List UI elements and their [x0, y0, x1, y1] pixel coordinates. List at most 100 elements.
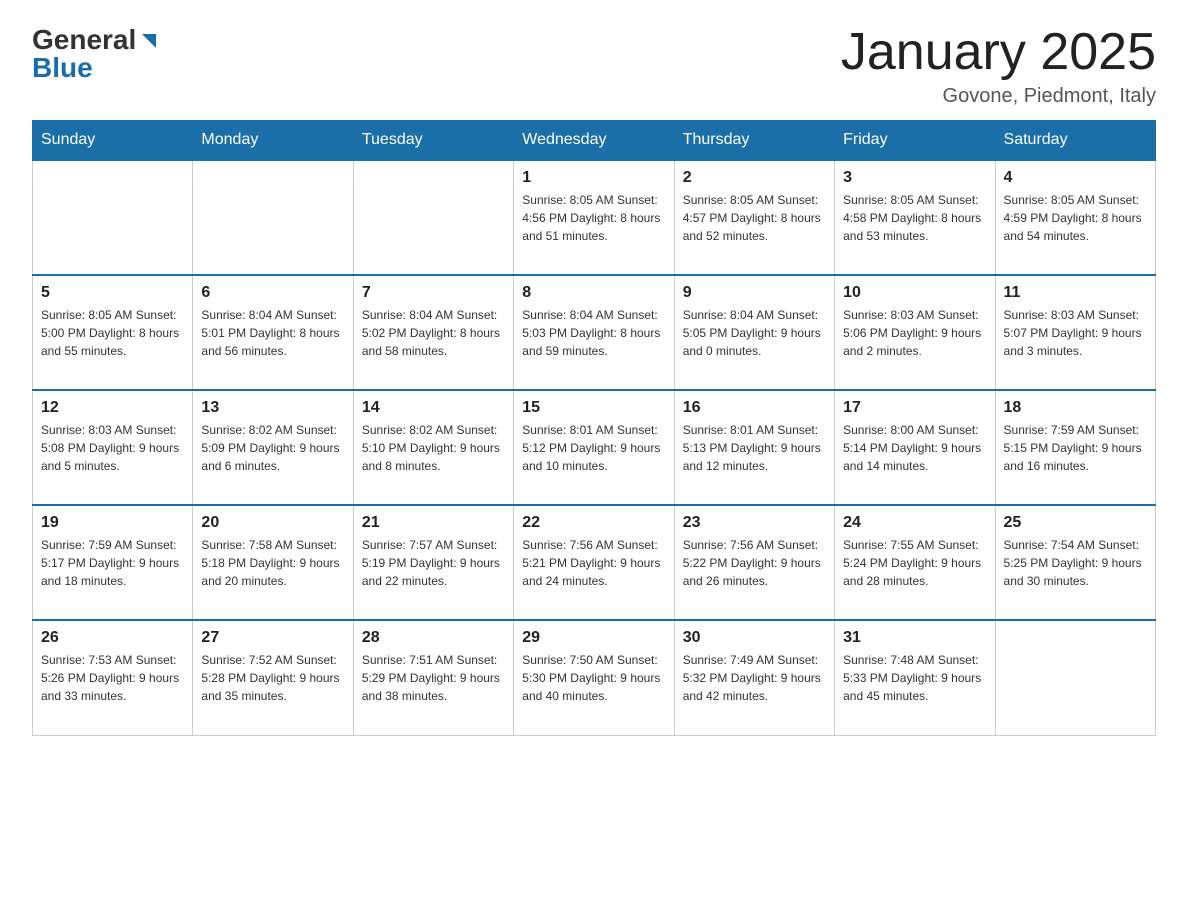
calendar-header-sunday: Sunday — [33, 121, 193, 161]
day-info: Sunrise: 7:56 AM Sunset: 5:22 PM Dayligh… — [683, 536, 826, 590]
day-number: 31 — [843, 629, 986, 647]
calendar-day-12: 12Sunrise: 8:03 AM Sunset: 5:08 PM Dayli… — [33, 390, 193, 505]
day-number: 2 — [683, 169, 826, 187]
calendar-day-31: 31 Sunrise: 7:48 AM Sunset: 5:33 PM Dayli… — [835, 620, 995, 735]
day-number: 16 — [683, 399, 826, 417]
calendar-day-4: 4 Sunrise: 8:05 AM Sunset: 4:59 PM Daylig… — [995, 160, 1155, 275]
day-number: 15 — [522, 399, 665, 417]
day-number: 17 — [843, 399, 986, 417]
calendar-day-18: 18 Sunrise: 7:59 AM Sunset: 5:15 PM Dayli… — [995, 390, 1155, 505]
calendar-day-16: 16 Sunrise: 8:01 AM Sunset: 5:13 PM Dayli… — [674, 390, 834, 505]
day-number: 9 — [683, 284, 826, 302]
calendar-day-9: 9 Sunrise: 8:04 AM Sunset: 5:05 PM Daylig… — [674, 275, 834, 390]
calendar-day-30: 30 Sunrise: 7:49 AM Sunset: 5:32 PM Dayli… — [674, 620, 834, 735]
day-info: Sunrise: 8:02 AM Sunset: 5:10 PM Dayligh… — [362, 421, 505, 475]
day-number: 11 — [1004, 284, 1147, 302]
calendar-week-row: 19 Sunrise: 7:59 AM Sunset: 5:17 PM Dayli… — [33, 505, 1156, 620]
day-info: Sunrise: 7:55 AM Sunset: 5:24 PM Dayligh… — [843, 536, 986, 590]
day-number: 29 — [522, 629, 665, 647]
calendar-day-13: 13 Sunrise: 8:02 AM Sunset: 5:09 PM Dayli… — [193, 390, 353, 505]
calendar-week-row: 12Sunrise: 8:03 AM Sunset: 5:08 PM Dayli… — [33, 390, 1156, 505]
day-info: Sunrise: 7:48 AM Sunset: 5:33 PM Dayligh… — [843, 651, 986, 705]
day-info: Sunrise: 7:58 AM Sunset: 5:18 PM Dayligh… — [201, 536, 344, 590]
calendar-day-10: 10Sunrise: 8:03 AM Sunset: 5:06 PM Dayli… — [835, 275, 995, 390]
calendar-day-28: 28 Sunrise: 7:51 AM Sunset: 5:29 PM Dayli… — [353, 620, 513, 735]
day-info: Sunrise: 8:03 AM Sunset: 5:06 PM Dayligh… — [843, 306, 986, 360]
calendar-day-22: 22 Sunrise: 7:56 AM Sunset: 5:21 PM Dayli… — [514, 505, 674, 620]
day-number: 18 — [1004, 399, 1147, 417]
day-number: 22 — [522, 514, 665, 532]
day-info: Sunrise: 7:59 AM Sunset: 5:15 PM Dayligh… — [1004, 421, 1147, 475]
calendar-day-27: 27 Sunrise: 7:52 AM Sunset: 5:28 PM Dayli… — [193, 620, 353, 735]
calendar-day-8: 8 Sunrise: 8:04 AM Sunset: 5:03 PM Daylig… — [514, 275, 674, 390]
month-title: January 2025 — [841, 24, 1156, 81]
day-number: 4 — [1004, 169, 1147, 187]
day-info: Sunrise: 8:01 AM Sunset: 5:12 PM Dayligh… — [522, 421, 665, 475]
calendar-week-row: 1Sunrise: 8:05 AM Sunset: 4:56 PM Daylig… — [33, 160, 1156, 275]
location: Govone, Piedmont, Italy — [841, 85, 1156, 108]
day-number: 8 — [522, 284, 665, 302]
day-info: Sunrise: 7:51 AM Sunset: 5:29 PM Dayligh… — [362, 651, 505, 705]
calendar-day-25: 25 Sunrise: 7:54 AM Sunset: 5:25 PM Dayli… — [995, 505, 1155, 620]
day-info: Sunrise: 8:01 AM Sunset: 5:13 PM Dayligh… — [683, 421, 826, 475]
logo-blue-text: Blue — [32, 52, 93, 84]
day-number: 7 — [362, 284, 505, 302]
day-number: 23 — [683, 514, 826, 532]
day-info: Sunrise: 8:04 AM Sunset: 5:03 PM Dayligh… — [522, 306, 665, 360]
calendar-day-11: 11Sunrise: 8:03 AM Sunset: 5:07 PM Dayli… — [995, 275, 1155, 390]
day-info: Sunrise: 8:05 AM Sunset: 4:59 PM Dayligh… — [1004, 191, 1147, 245]
logo: General Blue — [32, 24, 160, 84]
day-number: 13 — [201, 399, 344, 417]
day-number: 20 — [201, 514, 344, 532]
day-info: Sunrise: 8:02 AM Sunset: 5:09 PM Dayligh… — [201, 421, 344, 475]
calendar-empty-cell — [193, 160, 353, 275]
day-info: Sunrise: 7:52 AM Sunset: 5:28 PM Dayligh… — [201, 651, 344, 705]
day-info: Sunrise: 8:04 AM Sunset: 5:01 PM Dayligh… — [201, 306, 344, 360]
day-info: Sunrise: 7:49 AM Sunset: 5:32 PM Dayligh… — [683, 651, 826, 705]
day-number: 25 — [1004, 514, 1147, 532]
day-number: 27 — [201, 629, 344, 647]
day-info: Sunrise: 7:56 AM Sunset: 5:21 PM Dayligh… — [522, 536, 665, 590]
day-number: 28 — [362, 629, 505, 647]
day-info: Sunrise: 7:57 AM Sunset: 5:19 PM Dayligh… — [362, 536, 505, 590]
calendar-day-3: 3Sunrise: 8:05 AM Sunset: 4:58 PM Daylig… — [835, 160, 995, 275]
day-info: Sunrise: 8:04 AM Sunset: 5:02 PM Dayligh… — [362, 306, 505, 360]
calendar-day-6: 6Sunrise: 8:04 AM Sunset: 5:01 PM Daylig… — [193, 275, 353, 390]
calendar-week-row: 26 Sunrise: 7:53 AM Sunset: 5:26 PM Dayli… — [33, 620, 1156, 735]
day-info: Sunrise: 7:53 AM Sunset: 5:26 PM Dayligh… — [41, 651, 184, 705]
calendar-day-19: 19 Sunrise: 7:59 AM Sunset: 5:17 PM Dayli… — [33, 505, 193, 620]
calendar-header-wednesday: Wednesday — [514, 121, 674, 161]
title-section: January 2025 Govone, Piedmont, Italy — [841, 24, 1156, 108]
calendar-day-15: 15 Sunrise: 8:01 AM Sunset: 5:12 PM Dayli… — [514, 390, 674, 505]
page-header: General Blue January 2025 Govone, Piedmo… — [0, 0, 1188, 120]
day-info: Sunrise: 7:59 AM Sunset: 5:17 PM Dayligh… — [41, 536, 184, 590]
day-number: 21 — [362, 514, 505, 532]
calendar-header-friday: Friday — [835, 121, 995, 161]
calendar-header-row: SundayMondayTuesdayWednesdayThursdayFrid… — [33, 121, 1156, 161]
calendar-day-1: 1Sunrise: 8:05 AM Sunset: 4:56 PM Daylig… — [514, 160, 674, 275]
calendar-table: SundayMondayTuesdayWednesdayThursdayFrid… — [32, 120, 1156, 736]
day-info: Sunrise: 7:50 AM Sunset: 5:30 PM Dayligh… — [522, 651, 665, 705]
day-info: Sunrise: 8:05 AM Sunset: 5:00 PM Dayligh… — [41, 306, 184, 360]
day-info: Sunrise: 8:05 AM Sunset: 4:57 PM Dayligh… — [683, 191, 826, 245]
day-number: 5 — [41, 284, 184, 302]
calendar-header-saturday: Saturday — [995, 121, 1155, 161]
calendar-day-5: 5 Sunrise: 8:05 AM Sunset: 5:00 PM Daylig… — [33, 275, 193, 390]
calendar-day-21: 21 Sunrise: 7:57 AM Sunset: 5:19 PM Dayli… — [353, 505, 513, 620]
calendar-week-row: 5 Sunrise: 8:05 AM Sunset: 5:00 PM Daylig… — [33, 275, 1156, 390]
logo-triangle-icon — [138, 30, 160, 52]
day-info: Sunrise: 8:04 AM Sunset: 5:05 PM Dayligh… — [683, 306, 826, 360]
calendar-header-thursday: Thursday — [674, 121, 834, 161]
day-number: 26 — [41, 629, 184, 647]
day-number: 19 — [41, 514, 184, 532]
calendar-day-20: 20 Sunrise: 7:58 AM Sunset: 5:18 PM Dayli… — [193, 505, 353, 620]
day-info: Sunrise: 8:03 AM Sunset: 5:08 PM Dayligh… — [41, 421, 184, 475]
calendar-day-14: 14Sunrise: 8:02 AM Sunset: 5:10 PM Dayli… — [353, 390, 513, 505]
day-number: 30 — [683, 629, 826, 647]
calendar-day-26: 26 Sunrise: 7:53 AM Sunset: 5:26 PM Dayli… — [33, 620, 193, 735]
calendar-day-2: 2 Sunrise: 8:05 AM Sunset: 4:57 PM Daylig… — [674, 160, 834, 275]
calendar-day-7: 7 Sunrise: 8:04 AM Sunset: 5:02 PM Daylig… — [353, 275, 513, 390]
day-info: Sunrise: 8:05 AM Sunset: 4:58 PM Dayligh… — [843, 191, 986, 245]
calendar-header-tuesday: Tuesday — [353, 121, 513, 161]
day-info: Sunrise: 7:54 AM Sunset: 5:25 PM Dayligh… — [1004, 536, 1147, 590]
